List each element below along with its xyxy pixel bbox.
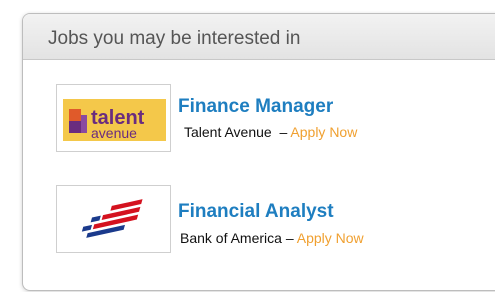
job-meta: Bank of America – Apply Now (180, 230, 364, 246)
talent-avenue-logo[interactable]: talent avenue (56, 84, 171, 152)
company-name: Talent Avenue (184, 124, 272, 140)
jobs-panel: Jobs you may be interested in talent ave… (22, 13, 495, 291)
job-title-link[interactable]: Finance Manager (178, 96, 333, 118)
bank-of-america-flag-icon (57, 186, 170, 252)
apply-now-link[interactable]: Apply Now (290, 124, 357, 140)
apply-now-link[interactable]: Apply Now (297, 230, 364, 246)
company-name: Bank of America (180, 230, 282, 246)
talent-avenue-logo-icon: talent avenue (57, 85, 170, 151)
meta-separator: – (271, 124, 291, 140)
job-meta: Talent Avenue – Apply Now (184, 124, 357, 140)
panel-title: Jobs you may be interested in (48, 28, 301, 49)
logo-text-avenue: avenue (91, 125, 137, 141)
panel-header: Jobs you may be interested in (23, 14, 495, 60)
meta-separator: – (281, 230, 297, 246)
job-item-finance-manager: talent avenue Finance Manager Talent Ave… (56, 84, 495, 152)
job-item-financial-analyst: Financial Analyst Bank of America – Appl… (56, 185, 495, 253)
bank-of-america-logo[interactable] (56, 185, 171, 253)
job-title-link[interactable]: Financial Analyst (178, 201, 334, 223)
